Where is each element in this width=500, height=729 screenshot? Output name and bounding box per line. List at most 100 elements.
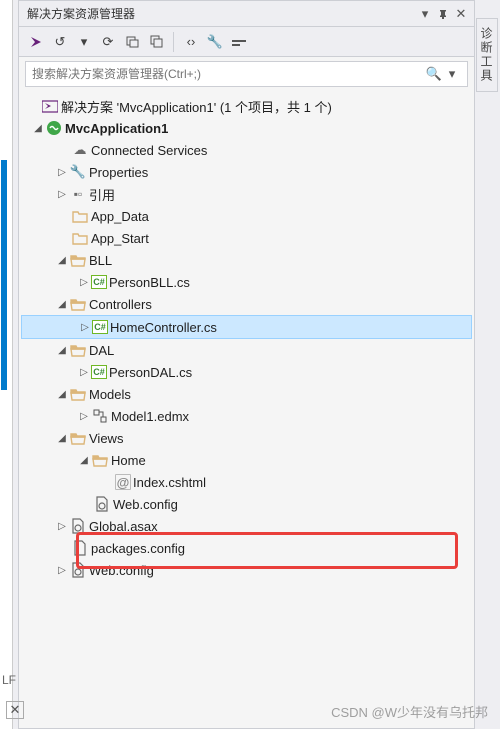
- node-label: PersonDAL.cs: [109, 365, 192, 380]
- bottom-close-button[interactable]: ✕: [6, 701, 24, 719]
- references-node[interactable]: ▷ ▪▫ 引用: [21, 183, 472, 205]
- folder-open-icon: [69, 341, 87, 359]
- home-controller-node[interactable]: ▷ C# HomeController.cs: [21, 315, 472, 339]
- folder-open-icon: [69, 295, 87, 313]
- person-dal-node[interactable]: ▷ C# PersonDAL.cs: [21, 361, 472, 383]
- node-label: Properties: [89, 165, 148, 180]
- csharp-icon: C#: [91, 275, 107, 289]
- expander-icon[interactable]: ▷: [77, 277, 91, 288]
- expander-icon[interactable]: ▷: [77, 411, 91, 422]
- expander-icon[interactable]: ▷: [55, 189, 69, 200]
- csharp-icon: C#: [92, 320, 108, 334]
- dropdown-icon[interactable]: ▾: [73, 31, 95, 53]
- panel-title-bar: 解决方案资源管理器 ▾ ✕: [19, 1, 474, 27]
- node-label: BLL: [89, 253, 112, 268]
- expander-icon[interactable]: ◢: [31, 123, 45, 134]
- wrench-icon: 🔧: [69, 163, 87, 181]
- node-label: Model1.edmx: [111, 409, 189, 424]
- expander-icon[interactable]: ▷: [55, 167, 69, 178]
- asax-icon: [69, 517, 87, 535]
- references-icon: ▪▫: [69, 185, 87, 203]
- diagnostics-tab[interactable]: 诊断工具: [476, 18, 498, 92]
- expander-icon[interactable]: ◢: [55, 255, 69, 266]
- sync-icon[interactable]: ⟳: [97, 31, 119, 53]
- app-data-node[interactable]: App_Data: [21, 205, 472, 227]
- node-label: Models: [89, 387, 131, 402]
- node-label: Controllers: [89, 297, 152, 312]
- close-icon[interactable]: ✕: [452, 5, 470, 23]
- watermark: CSDN @W少年没有乌托邦: [331, 702, 488, 721]
- node-label: Index.cshtml: [133, 475, 206, 490]
- folder-open-icon: [69, 251, 87, 269]
- node-label: Global.asax: [89, 519, 158, 534]
- global-asax-node[interactable]: ▷ Global.asax: [21, 515, 472, 537]
- folder-open-icon: [69, 429, 87, 447]
- packages-config-node[interactable]: packages.config: [21, 537, 472, 559]
- expander-icon[interactable]: ◢: [55, 389, 69, 400]
- csharp-icon: C#: [91, 365, 107, 379]
- search-dropdown-icon[interactable]: ▾: [443, 66, 461, 82]
- toolbar: ↺ ▾ ⟳ ‹› 🔧: [19, 27, 474, 57]
- model1-edmx-node[interactable]: ▷ Model1.edmx: [21, 405, 472, 427]
- node-label: PersonBLL.cs: [109, 275, 190, 290]
- dal-folder-node[interactable]: ◢ DAL: [21, 339, 472, 361]
- node-label: App_Data: [91, 209, 149, 224]
- expander-icon[interactable]: ▷: [77, 367, 91, 378]
- project-label: MvcApplication1: [65, 121, 168, 136]
- left-gutter: [0, 0, 13, 729]
- bll-folder-node[interactable]: ◢ BLL: [21, 249, 472, 271]
- project-icon: [45, 119, 63, 137]
- node-label: packages.config: [91, 541, 185, 556]
- expander-icon[interactable]: ▷: [78, 322, 92, 333]
- solution-explorer-panel: 解决方案资源管理器 ▾ ✕ ↺ ▾ ⟳ ‹› 🔧 🔍 ▾ 解决方案 'MvcAp…: [18, 0, 475, 729]
- node-label: 引用: [89, 185, 115, 204]
- window-dropdown-icon[interactable]: ▾: [416, 5, 434, 23]
- search-input[interactable]: [32, 67, 425, 81]
- index-cshtml-node[interactable]: @ Index.cshtml: [21, 471, 472, 493]
- views-folder-node[interactable]: ◢ Views: [21, 427, 472, 449]
- collapse-icon[interactable]: [145, 31, 167, 53]
- home-icon[interactable]: [25, 31, 47, 53]
- node-label: App_Start: [91, 231, 149, 246]
- node-label: Connected Services: [91, 143, 207, 158]
- person-bll-node[interactable]: ▷ C# PersonBLL.cs: [21, 271, 472, 293]
- controllers-folder-node[interactable]: ◢ Controllers: [21, 293, 472, 315]
- expander-icon[interactable]: ◢: [55, 299, 69, 310]
- expander-icon[interactable]: ▷: [55, 521, 69, 532]
- edmx-icon: [91, 407, 109, 425]
- folder-open-icon: [91, 451, 109, 469]
- connected-services-node[interactable]: ☁ Connected Services: [21, 139, 472, 161]
- views-webconfig-node[interactable]: Web.config: [21, 493, 472, 515]
- home-folder-node[interactable]: ◢ Home: [21, 449, 472, 471]
- code-icon[interactable]: ‹›: [180, 31, 202, 53]
- properties-node[interactable]: ▷ 🔧 Properties: [21, 161, 472, 183]
- models-folder-node[interactable]: ◢ Models: [21, 383, 472, 405]
- config-icon: [69, 561, 87, 579]
- folder-icon: [71, 207, 89, 225]
- node-label: DAL: [89, 343, 114, 358]
- app-start-node[interactable]: App_Start: [21, 227, 472, 249]
- pin-icon[interactable]: [434, 5, 452, 23]
- history-icon[interactable]: ↺: [49, 31, 71, 53]
- folder-icon: [71, 229, 89, 247]
- expander-icon[interactable]: ▷: [55, 565, 69, 576]
- preview-icon[interactable]: [228, 31, 250, 53]
- expander-icon[interactable]: ◢: [55, 433, 69, 444]
- search-icon[interactable]: 🔍: [425, 66, 443, 82]
- properties-icon[interactable]: 🔧: [204, 31, 226, 53]
- solution-label: 解决方案 'MvcApplication1' (1 个项目，共 1 个): [61, 97, 332, 116]
- solution-node[interactable]: 解决方案 'MvcApplication1' (1 个项目，共 1 个): [21, 95, 472, 117]
- expander-icon[interactable]: ◢: [55, 345, 69, 356]
- cloud-icon: ☁: [71, 141, 89, 159]
- node-label: Web.config: [89, 563, 154, 578]
- stack-icon[interactable]: [121, 31, 143, 53]
- line-ending-label: LF: [0, 671, 18, 689]
- solution-icon: [41, 97, 59, 115]
- node-label: Web.config: [113, 497, 178, 512]
- webconfig-node[interactable]: ▷ Web.config: [21, 559, 472, 581]
- folder-open-icon: [69, 385, 87, 403]
- search-box[interactable]: 🔍 ▾: [25, 61, 468, 87]
- node-label: Home: [111, 453, 146, 468]
- expander-icon[interactable]: ◢: [77, 455, 91, 466]
- project-node[interactable]: ◢ MvcApplication1: [21, 117, 472, 139]
